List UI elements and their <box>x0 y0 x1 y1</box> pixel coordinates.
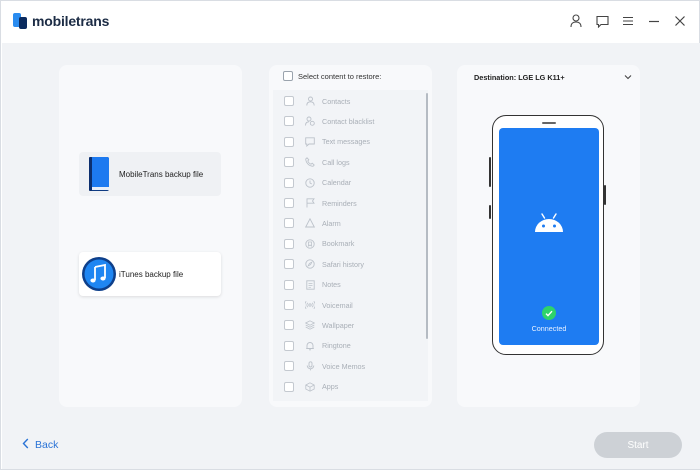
flag-icon <box>305 198 315 208</box>
destination-selector[interactable]: Destination: LGE LG K11+ <box>474 73 632 82</box>
footer-bar: Back Start <box>2 427 700 469</box>
bell-icon <box>305 341 315 351</box>
minimize-icon[interactable] <box>647 13 661 29</box>
phone-side-button <box>489 205 491 219</box>
list-item-contact-blacklist[interactable]: Contact blacklist <box>284 114 374 128</box>
item-checkbox[interactable] <box>284 238 294 249</box>
voicemail-icon <box>305 300 315 310</box>
select-content-label: Select content to restore: <box>298 71 382 81</box>
mobiletrans-logo-icon <box>13 13 27 29</box>
calendar-icon <box>305 177 315 188</box>
list-item-voice-memos[interactable]: Voice Memos <box>284 359 365 373</box>
list-item-ringtone[interactable]: Ringtone <box>284 339 351 353</box>
chevron-down-icon <box>624 73 632 82</box>
notes-icon <box>305 279 315 290</box>
start-button[interactable]: Start <box>594 432 682 458</box>
phone-speaker <box>542 122 556 124</box>
phone-screen: Connected <box>499 128 599 345</box>
source-label: iTunes backup file <box>119 269 184 279</box>
chevron-left-icon <box>22 438 29 452</box>
back-label: Back <box>35 439 59 451</box>
item-checkbox[interactable] <box>284 279 294 290</box>
app-logo: mobiletrans <box>13 13 109 29</box>
back-button[interactable]: Back <box>22 438 58 452</box>
list-item-text-messages[interactable]: Text messages <box>284 135 370 149</box>
device-illustration: Connected <box>489 115 608 355</box>
item-checkbox[interactable] <box>284 320 294 331</box>
list-item-safari-history[interactable]: Safari history <box>284 257 364 271</box>
backup-book-icon <box>79 152 119 196</box>
source-label: MobileTrans backup file <box>119 169 204 179</box>
compass-icon <box>305 259 315 269</box>
list-item-reminders[interactable]: Reminders <box>284 196 357 210</box>
connection-status: Connected <box>531 324 567 333</box>
account-icon[interactable] <box>569 13 583 29</box>
item-checkbox[interactable] <box>284 361 294 372</box>
destination-label: Destination: LGE LG K11+ <box>474 73 565 82</box>
list-item-calendar[interactable]: Calendar <box>284 176 351 190</box>
phone-frame: Connected <box>492 115 604 355</box>
title-bar: mobiletrans <box>1 1 699 43</box>
list-item-call-logs[interactable]: Call logs <box>284 155 350 169</box>
item-checkbox[interactable] <box>284 157 294 168</box>
item-checkbox[interactable] <box>284 381 294 392</box>
list-item-bookmark[interactable]: Bookmark <box>284 237 354 251</box>
item-checkbox[interactable] <box>284 340 294 351</box>
item-checkbox[interactable] <box>284 259 294 270</box>
phone-icon <box>305 157 315 167</box>
content-list-scrollbar[interactable] <box>426 93 428 339</box>
list-item-notes[interactable]: Notes <box>284 278 341 292</box>
connected-check-icon <box>542 306 556 320</box>
window-controls <box>569 13 687 29</box>
phone-volume-button <box>489 157 491 187</box>
close-icon[interactable] <box>673 13 687 29</box>
source-panel: MobileTrans backup file iTunes backup fi… <box>59 65 242 407</box>
list-item-apps[interactable]: Apps <box>284 380 338 394</box>
list-item-voicemail[interactable]: Voicemail <box>284 298 353 312</box>
itunes-music-icon <box>79 252 119 296</box>
main-area: MobileTrans backup file iTunes backup fi… <box>2 43 700 427</box>
destination-panel: Destination: LGE LG K11+ Connected <box>457 65 640 407</box>
list-item-alarm[interactable]: Alarm <box>284 216 341 230</box>
source-option-mobiletrans-backup[interactable]: MobileTrans backup file <box>79 152 221 196</box>
person-icon <box>305 96 315 106</box>
item-checkbox[interactable] <box>284 300 294 310</box>
item-checkbox[interactable] <box>284 177 294 188</box>
layers-icon <box>305 320 315 331</box>
app-window: mobiletrans MobileTrans backup file iTun… <box>0 0 700 470</box>
item-checkbox[interactable] <box>284 218 294 229</box>
feedback-icon[interactable] <box>595 13 609 29</box>
item-checkbox[interactable] <box>284 116 294 127</box>
android-icon <box>533 212 565 239</box>
select-all-row[interactable]: Select content to restore: <box>283 71 381 81</box>
alarm-icon <box>305 218 315 228</box>
phone-power-button <box>604 185 606 205</box>
message-icon <box>305 137 315 147</box>
item-checkbox[interactable] <box>284 96 294 106</box>
content-panel: Select content to restore: Contacts Cont… <box>269 65 432 407</box>
mic-icon <box>305 361 315 371</box>
item-checkbox[interactable] <box>284 198 294 208</box>
person-block-icon <box>305 116 315 127</box>
select-all-checkbox[interactable] <box>283 71 293 81</box>
content-list: Contacts Contact blacklist Text messages… <box>273 90 428 401</box>
menu-icon[interactable] <box>621 13 635 29</box>
source-option-itunes-backup[interactable]: iTunes backup file <box>79 252 221 296</box>
bookmark-icon <box>305 239 315 249</box>
brand-name: mobiletrans <box>32 13 110 29</box>
list-item-wallpaper[interactable]: Wallpaper <box>284 318 354 332</box>
apps-icon <box>305 381 315 392</box>
list-item-contacts[interactable]: Contacts <box>284 94 350 108</box>
item-checkbox[interactable] <box>284 136 294 147</box>
